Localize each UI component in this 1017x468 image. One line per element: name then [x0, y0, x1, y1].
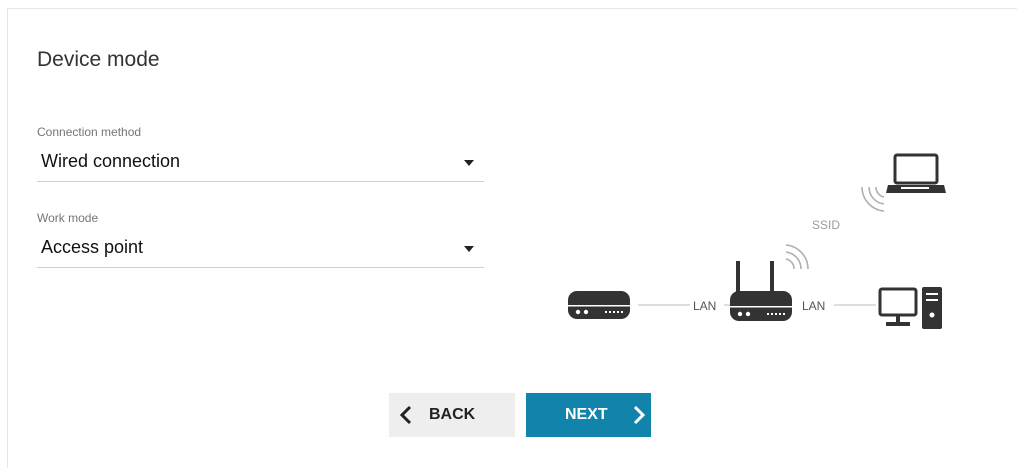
- ssid-label: SSID: [812, 218, 840, 232]
- dropdown-caret-icon: [464, 246, 474, 252]
- connection-method-field: Connection method Wired connection: [37, 125, 484, 182]
- page-title: Device mode: [37, 48, 160, 71]
- work-mode-value: Access point: [41, 237, 144, 257]
- work-mode-select[interactable]: Access point: [37, 233, 484, 268]
- next-button[interactable]: NEXT: [526, 393, 651, 437]
- lan-left-label: LAN: [693, 299, 716, 313]
- router-icon: [730, 261, 792, 321]
- work-mode-field: Work mode Access point: [37, 211, 484, 268]
- chevron-right-icon: [633, 405, 645, 425]
- connection-method-select[interactable]: Wired connection: [37, 147, 484, 182]
- lan-right-label: LAN: [802, 299, 825, 313]
- modem-icon: [568, 291, 630, 319]
- back-button-label: BACK: [429, 406, 476, 423]
- desktop-computer-icon: [878, 287, 942, 329]
- connection-method-value: Wired connection: [41, 151, 181, 171]
- work-mode-label: Work mode: [37, 211, 99, 225]
- next-button-label: NEXT: [565, 406, 608, 423]
- back-button[interactable]: BACK: [389, 393, 515, 437]
- page-container: Device mode Connection method Wired conn…: [7, 8, 1017, 468]
- connection-method-label: Connection method: [37, 125, 142, 139]
- dropdown-caret-icon: [464, 160, 474, 166]
- wifi-signal-icon: [785, 244, 809, 270]
- chevron-left-icon: [399, 405, 412, 425]
- wifi-signal-icon: [861, 186, 885, 212]
- network-diagram: LAN LAN SSID: [568, 153, 946, 329]
- laptop-icon: [886, 153, 946, 193]
